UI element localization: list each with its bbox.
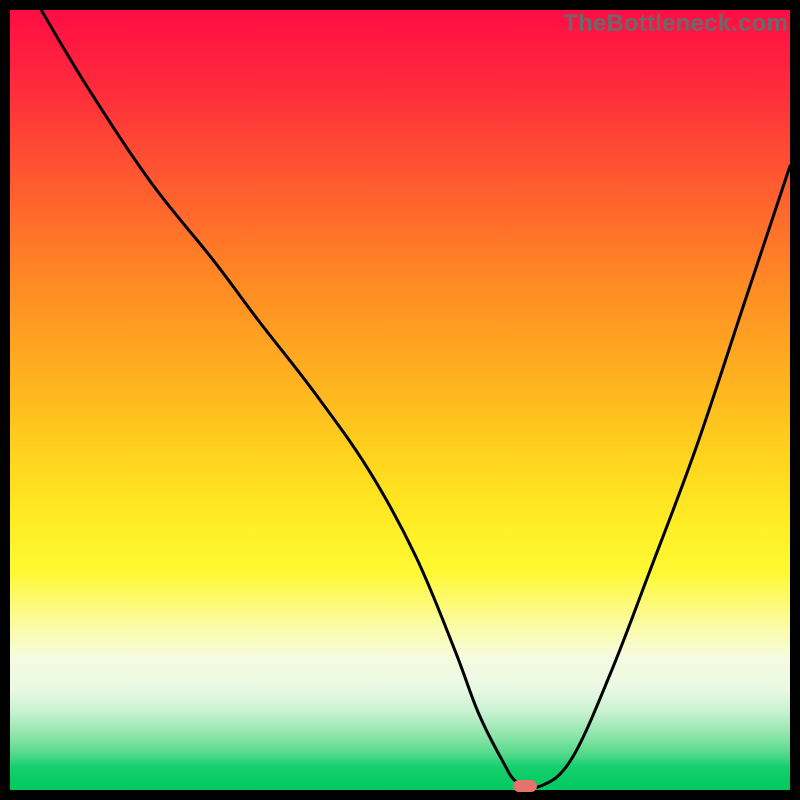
curve-svg: [10, 10, 790, 790]
plot-area: TheBottleneck.com: [10, 10, 790, 790]
optimal-marker: [513, 780, 537, 792]
chart-frame: TheBottleneck.com: [0, 0, 800, 800]
watermark-label: TheBottleneck.com: [563, 10, 788, 38]
bottleneck-curve: [41, 10, 790, 788]
